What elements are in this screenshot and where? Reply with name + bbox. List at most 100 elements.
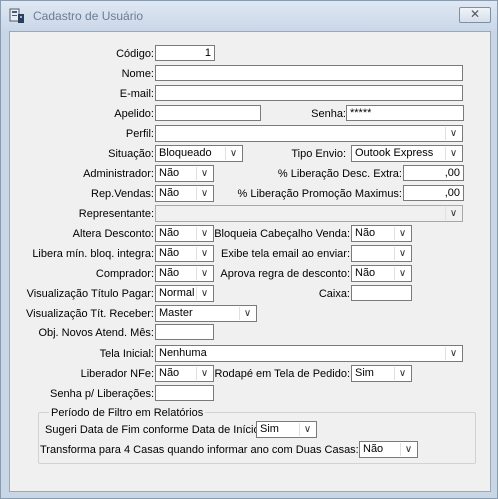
liberador-nfe-select-value: Não — [159, 367, 180, 379]
close-icon: ✕ — [469, 7, 481, 21]
chevron-down-icon: ∨ — [299, 423, 315, 436]
sugeri-data-fim-select[interactable]: Sim ∨ — [256, 421, 317, 438]
caixa-label: Caixa: — [318, 288, 350, 300]
liberador-nfe-label: Liberador NFe: — [80, 368, 154, 380]
chevron-down-icon: ∨ — [196, 267, 212, 280]
administrador-select-value: Não — [159, 167, 180, 179]
representante-select[interactable]: ∨ — [155, 205, 463, 222]
chevron-down-icon: ∨ — [394, 247, 410, 260]
obj-novos-atend-field[interactable] — [155, 324, 214, 340]
form-panel: Código: 1 Nome: E-mail: Apelido: Senha: … — [9, 31, 491, 492]
codigo-label: Código: — [116, 48, 154, 60]
vis-tit-receber-select[interactable]: Master ∨ — [155, 305, 257, 322]
situacao-select[interactable]: Bloqueado ∨ — [155, 145, 243, 162]
vis-tit-receber-label: Visualização Tít. Receber: — [26, 308, 154, 320]
chevron-down-icon: ∨ — [239, 307, 255, 320]
liberador-nfe-select[interactable]: Não ∨ — [155, 365, 214, 382]
rep-vendas-select[interactable]: Não ∨ — [155, 185, 214, 202]
nome-label: Nome: — [121, 68, 154, 80]
bloqueia-cabecalho-label: Bloqueia Cabeçalho Venda: — [214, 228, 350, 240]
senha-liberacoes-field[interactable] — [155, 385, 214, 401]
transforma-4-casas-select[interactable]: Não ∨ — [359, 441, 418, 458]
chevron-down-icon: ∨ — [394, 227, 410, 240]
chevron-down-icon: ∨ — [196, 167, 212, 180]
window-title: Cadastro de Usuário — [33, 9, 144, 23]
rep-vendas-select-value: Não — [159, 187, 180, 199]
chevron-down-icon: ∨ — [196, 187, 212, 200]
aprova-regra-select[interactable]: Não ∨ — [351, 265, 412, 282]
tela-inicial-label: Tela Inicial: — [99, 348, 154, 360]
tipo-envio-label: Tipo Envio: — [291, 148, 346, 160]
administrador-label: Administrador: — [83, 168, 154, 180]
periodo-filtro-group-title: Período de Filtro em Relatórios — [49, 406, 206, 420]
situacao-label: Situação: — [108, 148, 154, 160]
libera-min-bloq-select[interactable]: Não ∨ — [155, 245, 214, 262]
libera-min-bloq-select-value: Não — [159, 247, 180, 259]
chevron-down-icon: ∨ — [445, 207, 461, 220]
chevron-down-icon: ∨ — [394, 367, 410, 380]
perfil-select[interactable]: ∨ — [155, 125, 463, 142]
aprova-regra-label: Aprova regra de desconto: — [220, 268, 350, 280]
chevron-down-icon: ∨ — [225, 147, 241, 160]
altera-desconto-select[interactable]: Não ∨ — [155, 225, 214, 242]
representante-label: Representante: — [78, 208, 154, 220]
title-bar[interactable]: Cadastro de Usuário ✕ — [1, 1, 497, 31]
user-registration-window: Cadastro de Usuário ✕ Código: 1 Nome: E-… — [0, 0, 498, 499]
altera-desconto-select-value: Não — [159, 227, 180, 239]
email-field[interactable] — [155, 85, 463, 101]
comprador-select-value: Não — [159, 267, 180, 279]
senha-label: Senha: — [311, 108, 346, 120]
app-window-icon — [9, 8, 24, 23]
chevron-down-icon: ∨ — [196, 367, 212, 380]
apelido-field[interactable] — [155, 105, 261, 121]
tela-inicial-select-value: Nenhuma — [159, 347, 207, 359]
apelido-label: Apelido: — [114, 108, 154, 120]
situacao-select-value: Bloqueado — [159, 147, 212, 159]
aprova-regra-select-value: Não — [355, 267, 376, 279]
vis-titulo-pagar-select-value: Normal — [159, 287, 195, 299]
obj-novos-atend-label: Obj. Novos Atend. Mês: — [38, 327, 154, 339]
nome-field[interactable] — [155, 65, 463, 81]
administrador-select[interactable]: Não ∨ — [155, 165, 214, 182]
lib-desc-extra-label: % Liberação Desc. Extra: — [277, 168, 402, 180]
caixa-field[interactable] — [351, 285, 412, 301]
libera-min-bloq-label: Libera mín. bloq. integra: — [32, 248, 154, 260]
rep-vendas-label: Rep.Vendas: — [91, 188, 154, 200]
senha-field[interactable]: ***** — [346, 105, 464, 121]
exibe-tela-email-label: Exibe tela email ao enviar: — [220, 248, 350, 260]
lib-promo-max-label: % Liberação Promoção Maximus: — [237, 188, 402, 200]
lib-desc-extra-field[interactable]: ,00 — [403, 165, 464, 181]
chevron-down-icon: ∨ — [445, 347, 461, 360]
tipo-envio-select-value: Outook Express — [355, 147, 434, 159]
chevron-down-icon: ∨ — [196, 247, 212, 260]
rodape-tela-pedido-select-value: Sim — [355, 367, 374, 379]
sugeri-data-fim-label: Sugeri Data de Fim conforme Data de Iníc… — [45, 424, 263, 436]
email-label: E-mail: — [119, 88, 154, 100]
transforma-4-casas-select-value: Não — [363, 443, 384, 455]
chevron-down-icon: ∨ — [196, 227, 212, 240]
chevron-down-icon: ∨ — [445, 147, 461, 160]
tela-inicial-select[interactable]: Nenhuma ∨ — [155, 345, 463, 362]
chevron-down-icon: ∨ — [400, 443, 416, 456]
chevron-down-icon: ∨ — [394, 267, 410, 280]
lib-promo-max-field[interactable]: ,00 — [403, 185, 464, 201]
close-button[interactable]: ✕ — [459, 7, 491, 23]
tipo-envio-select[interactable]: Outook Express ∨ — [351, 145, 463, 162]
transforma-4-casas-label: Transforma para 4 Casas quando informar … — [40, 444, 359, 456]
vis-titulo-pagar-select[interactable]: Normal ∨ — [155, 285, 214, 302]
exibe-tela-email-select[interactable]: ∨ — [351, 245, 412, 262]
chevron-down-icon: ∨ — [445, 127, 461, 140]
perfil-label: Perfil: — [125, 128, 154, 140]
chevron-down-icon: ∨ — [196, 287, 212, 300]
rodape-tela-pedido-select[interactable]: Sim ∨ — [351, 365, 412, 382]
bloqueia-cabecalho-select-value: Não — [355, 227, 376, 239]
codigo-field[interactable]: 1 — [155, 45, 215, 61]
comprador-select[interactable]: Não ∨ — [155, 265, 214, 282]
bloqueia-cabecalho-select[interactable]: Não ∨ — [351, 225, 412, 242]
vis-titulo-pagar-label: Visualização Título Pagar: — [26, 288, 154, 300]
senha-liberacoes-label: Senha p/ Liberações: — [50, 388, 154, 400]
sugeri-data-fim-select-value: Sim — [260, 423, 279, 435]
vis-tit-receber-select-value: Master — [159, 307, 193, 319]
rodape-tela-pedido-label: Rodapé em Tela de Pedido: — [214, 368, 350, 380]
altera-desconto-label: Altera Desconto: — [72, 228, 154, 240]
